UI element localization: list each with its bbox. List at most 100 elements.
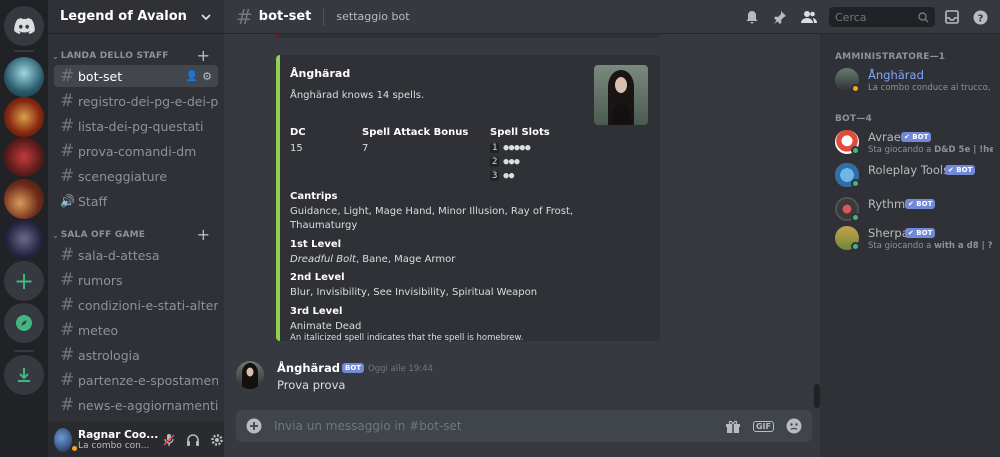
channel-topic[interactable]: settaggio bot: [336, 10, 409, 23]
category-label: SALA OFF GAME: [60, 230, 146, 240]
channel-meteo[interactable]: # meteo: [54, 319, 218, 341]
server-icon-4[interactable]: [4, 179, 44, 219]
channel-label: registro-dei-pg-e-dei-px: [78, 93, 218, 109]
compass-icon: [16, 315, 32, 331]
hash-icon: #: [236, 4, 253, 29]
pin-icon[interactable]: [773, 10, 787, 24]
gear-icon[interactable]: [210, 433, 224, 447]
channel-registro[interactable]: # registro-dei-pg-e-dei-px: [54, 90, 218, 112]
search-icon: [918, 11, 929, 22]
field-attack-value: 7: [362, 143, 369, 154]
invite-icon[interactable]: 👤: [186, 71, 198, 82]
search-input[interactable]: Cerca: [829, 7, 935, 27]
member-sherpa[interactable]: Sherpa ✔ BOT Sta giocando a with a d8 | …: [835, 226, 995, 256]
discord-home-button[interactable]: [4, 6, 44, 46]
chat-area: Ånghärad Ånghärad knows 14 spells. DC 15…: [224, 34, 820, 457]
channel-prova-comandi[interactable]: # prova-comandi-dm: [54, 140, 218, 162]
cantrips-label: Cantrips: [290, 191, 338, 202]
channel-label: bot-set: [78, 68, 123, 84]
server-header[interactable]: Legend of Avalon: [48, 0, 224, 34]
hash-icon: #: [60, 270, 75, 290]
server-icon-3[interactable]: [4, 137, 44, 177]
rail-separator: [14, 50, 34, 52]
channel-label: lista-dei-pg-questati: [78, 118, 204, 134]
headphones-icon[interactable]: [186, 433, 200, 447]
gift-icon[interactable]: [725, 418, 741, 434]
channel-staff-voice[interactable]: 🔊 Staff: [54, 190, 218, 212]
user-info[interactable]: Ragnar Coo... La combo con...: [78, 429, 158, 451]
channel-label: prova-comandi-dm: [78, 143, 197, 159]
member-rythm[interactable]: Rythm ✔ BOT: [835, 197, 995, 227]
activity-game: D&D 5e | !help: [934, 145, 993, 155]
channel-label: meteo: [78, 322, 119, 338]
category-staff[interactable]: ⌄ LANDA DELLO STAFF +: [48, 48, 224, 64]
create-channel-icon[interactable]: +: [197, 48, 210, 64]
status-online-icon: [851, 213, 860, 222]
channel-label: condizioni-e-stati-alterat...: [78, 297, 218, 313]
embed-thumbnail[interactable]: [594, 65, 648, 125]
slot-level: 1: [490, 143, 500, 153]
gif-button[interactable]: GIF: [752, 420, 774, 432]
channel-label: astrologia: [78, 347, 140, 363]
add-server-button[interactable]: +: [4, 261, 44, 301]
members-icon[interactable]: [801, 10, 817, 24]
member-activity: La combo conduce al trucco, il...: [868, 83, 993, 93]
field-slots-label: Spell Slots: [490, 127, 550, 138]
explore-servers-button[interactable]: [4, 303, 44, 343]
channel-partenze[interactable]: # partenze-e-spostamenti: [54, 369, 218, 391]
server-icon-avalon[interactable]: [4, 57, 44, 97]
mic-muted-icon[interactable]: [162, 433, 176, 447]
chevron-down-icon: [201, 13, 211, 20]
homebrew-spell: Dreadful Bolt: [290, 254, 356, 265]
bell-icon[interactable]: [745, 10, 759, 24]
emoji-icon[interactable]: [786, 418, 802, 434]
member-activity: Sta giocando a D&D 5e | !help: [868, 145, 993, 155]
channel-sala-d-attesa[interactable]: # sala-d-attesa: [54, 244, 218, 266]
activity-game: with a d8 | ?help: [934, 241, 993, 251]
attach-plus-icon[interactable]: [246, 418, 262, 434]
channel-condizioni[interactable]: # condizioni-e-stati-alterat...: [54, 294, 218, 316]
level2-list: Blur, Invisibility, See Invisibility, Sp…: [290, 287, 538, 298]
level2-section: 2nd Level Blur, Invisibility, See Invisi…: [290, 272, 630, 300]
message-input[interactable]: Invia un messaggio in #bot-set GIF: [236, 410, 812, 442]
hash-icon: #: [60, 91, 75, 111]
gear-icon[interactable]: ⚙: [202, 70, 212, 83]
channel-bot-set[interactable]: # bot-set 👤 ⚙: [54, 65, 218, 87]
member-list: AMMINISTRATORE—1 Ånghärad La combo condu…: [820, 34, 1000, 457]
embed-footer: An italicized spell indicates that the s…: [290, 333, 524, 343]
bot-badge: BOT: [342, 363, 365, 373]
field-dc-label: DC: [290, 127, 306, 138]
channel-rumors[interactable]: # rumors: [54, 269, 218, 291]
level3-list: Animate Dead: [290, 321, 362, 332]
discord-logo-icon: [14, 18, 35, 34]
create-channel-icon[interactable]: +: [197, 227, 210, 243]
member-anghared[interactable]: Ånghärad La combo conduce al trucco, il.…: [835, 68, 995, 98]
member-roleplay-tools[interactable]: Roleplay Tools ✔ BOT: [835, 163, 995, 193]
channel-news[interactable]: # news-e-aggiornamenti: [54, 394, 218, 416]
hash-icon: #: [60, 320, 75, 340]
inbox-icon[interactable]: [945, 10, 959, 24]
server-icon-5[interactable]: [4, 219, 44, 259]
role-header-admin: AMMINISTRATORE—1: [835, 52, 946, 62]
server-icon-2[interactable]: [4, 97, 44, 137]
member-avrae[interactable]: Avrae ✔ BOT Sta giocando a D&D 5e | !hel…: [835, 130, 995, 160]
member-name: Ånghärad: [868, 68, 924, 82]
divider: [323, 7, 325, 26]
channel-label: news-e-aggiornamenti: [78, 397, 218, 413]
cantrips-section: Cantrips Guidance, Light, Mage Hand, Min…: [290, 191, 630, 233]
avatar[interactable]: [236, 361, 264, 389]
channel-sidebar: Legend of Avalon ⌄ LANDA DELLO STAFF + #…: [48, 0, 224, 457]
category-label: LANDA DELLO STAFF: [60, 51, 169, 61]
status-online-icon: [851, 179, 860, 188]
channel-title: bot-set: [258, 9, 312, 24]
download-apps-button[interactable]: [4, 355, 44, 395]
message-author[interactable]: Ånghärad: [277, 361, 340, 375]
slot-pips: ●●: [503, 171, 515, 181]
channel-lista[interactable]: # lista-dei-pg-questati: [54, 115, 218, 137]
channel-label: sceneggiature: [78, 168, 168, 184]
help-icon[interactable]: ?: [973, 10, 988, 25]
category-offgame[interactable]: ⌄ SALA OFF GAME +: [48, 227, 224, 243]
channel-sceneggiature[interactable]: # sceneggiature: [54, 165, 218, 187]
channel-astrologia[interactable]: # astrologia: [54, 344, 218, 366]
avatar[interactable]: [54, 427, 79, 453]
